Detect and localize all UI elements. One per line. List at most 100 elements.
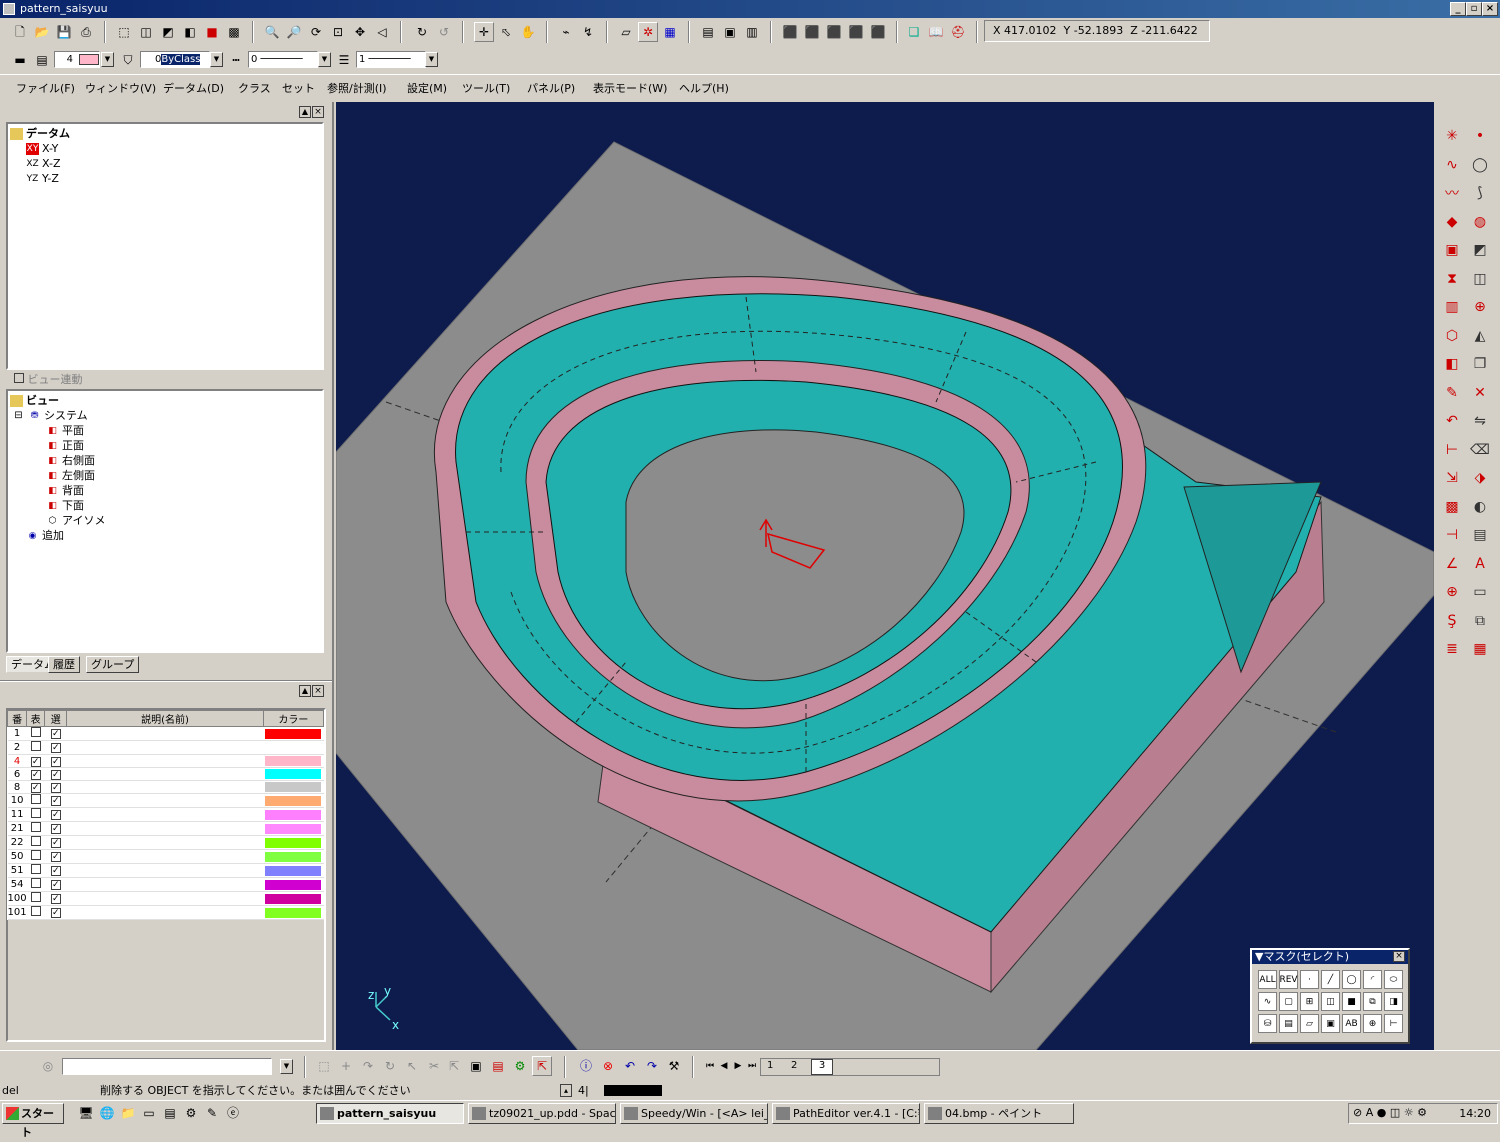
mask-all-icon[interactable]: ALL: [1258, 970, 1277, 989]
image-icon[interactable]: ▩: [1440, 495, 1464, 519]
rect-icon[interactable]: ▭: [1468, 580, 1492, 604]
layer-show-checkbox[interactable]: [26, 863, 45, 878]
layer5-icon[interactable]: ⬛: [868, 22, 888, 42]
layer-select-checkbox[interactable]: ✓: [44, 863, 67, 878]
status-arrow-icon[interactable]: ▴: [560, 1084, 572, 1097]
dot-icon[interactable]: •: [1468, 124, 1492, 148]
angle-icon[interactable]: ∠: [1440, 552, 1464, 576]
table-row[interactable]: 22 ✓: [7, 835, 324, 850]
offset-icon[interactable]: ◧: [1440, 352, 1464, 376]
layer2-icon[interactable]: ⬛: [802, 22, 822, 42]
color-bar-icon[interactable]: ▬: [10, 50, 30, 70]
select-window-icon[interactable]: ⬁: [496, 22, 516, 42]
zoom-in-icon[interactable]: 🔍: [262, 22, 282, 42]
point-icon[interactable]: +: [336, 1056, 356, 1076]
quick-launch-4-icon[interactable]: ▭: [139, 1103, 159, 1123]
book-icon[interactable]: ❑: [904, 22, 924, 42]
layer-icon[interactable]: ≣: [1440, 637, 1464, 661]
menu-set[interactable]: セット: [282, 81, 315, 97]
menu-datum[interactable]: データム(D): [163, 81, 224, 97]
layer-color[interactable]: [263, 807, 324, 822]
copy2-icon[interactable]: ⧉: [1468, 609, 1492, 633]
mask-text-icon[interactable]: AB: [1342, 1014, 1361, 1033]
properties-icon[interactable]: ▣: [720, 22, 740, 42]
datum-item-yz[interactable]: YZ Y-Z: [26, 171, 59, 186]
pan-icon[interactable]: ✛: [474, 22, 494, 42]
layer-show-checkbox[interactable]: [26, 905, 45, 920]
tray-icons[interactable]: ⊘ A ● ◫ ☼ ⚙: [1353, 1106, 1427, 1119]
help-icon[interactable]: ⛑: [948, 22, 968, 42]
layer3-icon[interactable]: ⬛: [824, 22, 844, 42]
transform-icon[interactable]: ⬗: [1468, 466, 1492, 490]
menu-class[interactable]: クラス: [238, 81, 271, 97]
panel-minimize-icon[interactable]: ▲: [299, 106, 311, 118]
layer-show-checkbox[interactable]: ✓: [26, 754, 45, 768]
view-item-right[interactable]: ◧ 右側面: [46, 453, 95, 468]
mask-point-icon[interactable]: ·: [1300, 970, 1319, 989]
menu-display-mode[interactable]: 表示モード(W): [593, 81, 667, 97]
redo-icon[interactable]: ↷: [642, 1056, 662, 1076]
layer-color[interactable]: [263, 754, 324, 768]
copy-icon[interactable]: ❐: [1468, 352, 1492, 376]
col-select[interactable]: 選: [44, 710, 68, 727]
fillet-icon[interactable]: ◭: [1468, 324, 1492, 348]
mask-cylinder-icon[interactable]: ⛁: [1258, 1014, 1277, 1033]
mask-rev-icon[interactable]: REV: [1279, 970, 1298, 989]
mask-note-icon[interactable]: ▱: [1300, 1014, 1319, 1033]
layer-select-checkbox[interactable]: ✓: [44, 877, 67, 892]
linewidth-dropdown-arrow[interactable]: ▼: [425, 52, 438, 67]
text-icon[interactable]: A: [1468, 552, 1492, 576]
redo-view-icon[interactable]: ↺: [434, 22, 454, 42]
table-row[interactable]: 50 ✓: [7, 849, 324, 864]
layer-color-icon[interactable]: ▤: [32, 50, 52, 70]
cross-icon[interactable]: ✕: [1468, 381, 1492, 405]
tools-icon[interactable]: ⚒: [664, 1056, 684, 1076]
select-mode-icon[interactable]: ⇱: [532, 1056, 552, 1076]
open-folder-icon[interactable]: 📂: [32, 22, 52, 42]
layer-color[interactable]: [263, 863, 324, 878]
table-icon[interactable]: ▤: [698, 22, 718, 42]
mask-line-icon[interactable]: ╱: [1321, 970, 1340, 989]
pen-icon[interactable]: ✎: [1440, 381, 1464, 405]
zoom-fit-icon[interactable]: ✥: [350, 22, 370, 42]
info-icon[interactable]: ⓘ: [576, 1056, 596, 1076]
quick-launch-5-icon[interactable]: ▤: [160, 1103, 180, 1123]
mask-ruler-icon[interactable]: ⊢: [1384, 1014, 1403, 1033]
layer-select-checkbox[interactable]: ✓: [44, 807, 67, 822]
datum-item-xy[interactable]: XY X-Y: [26, 141, 58, 156]
mask-solid-icon[interactable]: ◫: [1321, 992, 1340, 1011]
menu-file[interactable]: ファイル(F): [16, 81, 75, 97]
layer-filter-icon[interactable]: ⛉: [118, 50, 138, 70]
close-button[interactable]: ×: [1482, 2, 1498, 16]
table-row[interactable]: 10 ✓: [7, 793, 324, 808]
table-row[interactable]: 6 ✓ ✓: [7, 767, 324, 781]
start-button[interactable]: スタート: [2, 1103, 64, 1139]
target-icon[interactable]: ⊕: [1440, 580, 1464, 604]
table-row[interactable]: 100 ✓: [7, 891, 324, 906]
new-file-icon[interactable]: 🗋: [10, 22, 30, 42]
work-plane-icon[interactable]: ✲: [638, 22, 658, 42]
layer-color[interactable]: [263, 793, 324, 808]
view-system[interactable]: ⊟ ⛃ システム: [12, 408, 87, 423]
move-icon[interactable]: ⇲: [1440, 466, 1464, 490]
save-icon[interactable]: 💾: [54, 22, 74, 42]
surface-icon[interactable]: ◆: [1440, 210, 1464, 234]
col-show[interactable]: 表: [26, 710, 46, 727]
layer-field[interactable]: 0ByClass: [140, 51, 210, 68]
layer1-icon[interactable]: ⬛: [780, 22, 800, 42]
table-row[interactable]: 101 ✓: [7, 905, 324, 920]
layer-color[interactable]: [263, 821, 324, 836]
layer-select-checkbox[interactable]: ✓: [44, 780, 67, 794]
layer-color[interactable]: [263, 767, 324, 781]
snap-icon[interactable]: ⌁: [556, 22, 576, 42]
layer-panel-minimize-icon[interactable]: ▲: [299, 685, 311, 697]
layer-show-checkbox[interactable]: [26, 807, 45, 822]
mask-curve-icon[interactable]: ∿: [1258, 992, 1277, 1011]
mask-dim-icon[interactable]: ⊕: [1363, 1014, 1382, 1033]
view-link-checkbox[interactable]: ビュー連動: [14, 371, 83, 387]
linewidth-icon[interactable]: ☰: [334, 50, 354, 70]
hatch-icon[interactable]: ▩: [224, 22, 244, 42]
layer-show-checkbox[interactable]: [26, 849, 45, 864]
tab-history[interactable]: 履歴: [48, 656, 80, 673]
zoom-solid-icon[interactable]: ⊕: [1468, 295, 1492, 319]
